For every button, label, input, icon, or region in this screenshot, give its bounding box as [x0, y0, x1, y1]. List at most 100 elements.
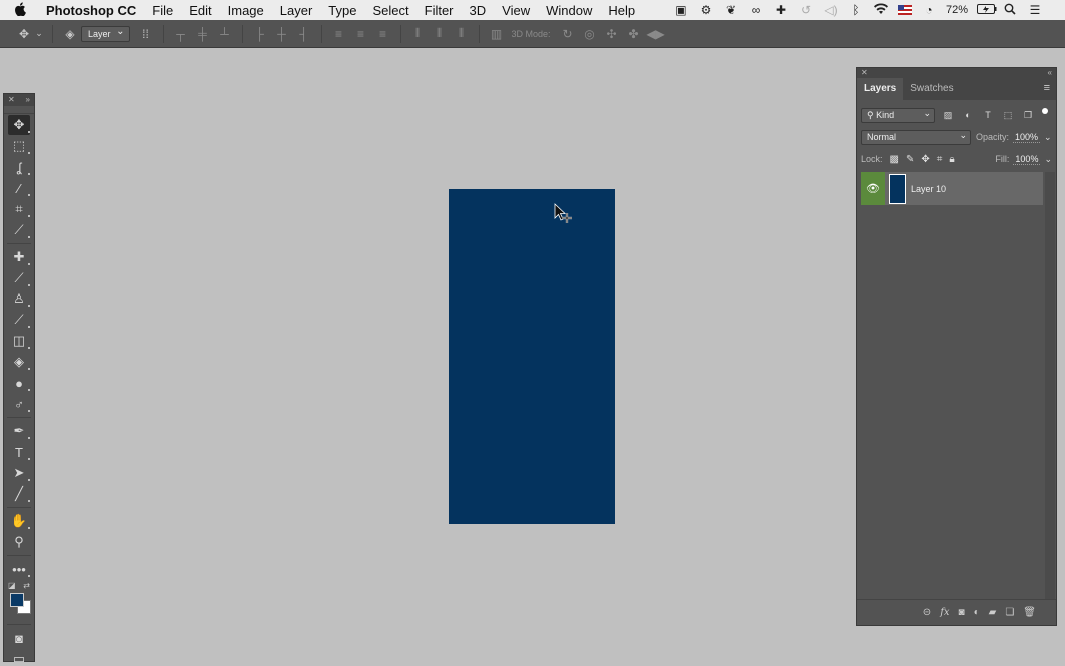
- delete-layer-icon[interactable]: 🗑︎: [1023, 607, 1036, 618]
- lock-position-icon[interactable]: ✥: [921, 154, 929, 165]
- path-selection-tool[interactable]: ➤: [8, 463, 30, 483]
- filter-toggle[interactable]: [1041, 108, 1049, 122]
- line-tool[interactable]: ╱: [8, 484, 30, 504]
- magic-wand-tool[interactable]: ⁄: [8, 178, 30, 198]
- show-transform-controls-icon[interactable]: ⁞⁞: [138, 26, 154, 42]
- history-icon[interactable]: ↺: [798, 3, 814, 17]
- chevron-down-icon[interactable]: ⌄: [1044, 132, 1052, 143]
- menu-filter[interactable]: Filter: [417, 3, 462, 18]
- 3d-orbit-icon[interactable]: ↻: [560, 26, 576, 42]
- align-horizontal-center-icon[interactable]: ┼: [274, 26, 290, 42]
- lasso-tool[interactable]: ʆ: [8, 157, 30, 177]
- clock-icon[interactable]: ◔: [921, 3, 937, 17]
- filter-adjustment-icon[interactable]: ◐: [961, 108, 975, 122]
- align-right-icon[interactable]: ┤: [296, 26, 312, 42]
- menu-edit[interactable]: Edit: [181, 3, 219, 18]
- notification-center-icon[interactable]: ☰: [1027, 3, 1043, 17]
- battery-icon[interactable]: [977, 3, 997, 17]
- default-colors-icon[interactable]: ◪: [8, 581, 16, 590]
- chevron-down-icon[interactable]: ⌄: [1044, 154, 1052, 165]
- chevron-down-icon[interactable]: ⌄: [35, 26, 43, 42]
- pen-tool[interactable]: ✒: [8, 421, 30, 441]
- foreground-color-swatch[interactable]: [10, 593, 24, 607]
- app-menu[interactable]: Photoshop CC: [38, 3, 144, 18]
- filter-shape-icon[interactable]: ⬚: [1001, 108, 1015, 122]
- menu-select[interactable]: Select: [364, 3, 416, 18]
- edit-toolbar-icon[interactable]: •••: [8, 559, 30, 579]
- lock-artboard-icon[interactable]: ⌗: [937, 154, 943, 165]
- collapse-icon[interactable]: «: [1048, 68, 1052, 78]
- hand-tool[interactable]: ✋: [8, 511, 30, 531]
- move-tool-preset-icon[interactable]: ✥: [16, 26, 32, 42]
- panel-grip[interactable]: [4, 106, 34, 114]
- eraser-tool[interactable]: ◫: [8, 331, 30, 351]
- close-icon[interactable]: ✕: [861, 68, 868, 78]
- eyedropper-tool[interactable]: ⟋: [8, 220, 30, 240]
- time-machine-icon[interactable]: ⚙: [698, 3, 714, 17]
- filter-pixel-icon[interactable]: ▨: [941, 108, 955, 122]
- 3d-slide-icon[interactable]: ✤: [626, 26, 642, 42]
- new-group-icon[interactable]: ▰: [989, 607, 997, 618]
- panel-menu-icon[interactable]: ≡: [1044, 82, 1050, 94]
- creative-cloud-icon[interactable]: ∞: [748, 3, 764, 17]
- tab-layers[interactable]: Layers: [857, 78, 904, 100]
- close-icon[interactable]: ✕: [8, 94, 15, 106]
- distribute-horizontal-center-icon[interactable]: ⦀: [432, 26, 448, 42]
- align-vertical-center-icon[interactable]: ╪: [195, 26, 211, 42]
- crop-tool[interactable]: ⌗: [8, 199, 30, 219]
- link-layers-icon[interactable]: ⊝: [923, 607, 931, 618]
- apple-menu-icon[interactable]: [14, 1, 34, 19]
- screen-record-icon[interactable]: ▣: [673, 3, 689, 17]
- healing-brush-tool[interactable]: ✚: [8, 247, 30, 267]
- align-left-icon[interactable]: ├: [252, 26, 268, 42]
- visibility-eye-icon[interactable]: 👁︎: [861, 172, 885, 205]
- add-mask-icon[interactable]: ◙: [959, 607, 965, 618]
- menu-type[interactable]: Type: [320, 3, 364, 18]
- distribute-right-icon[interactable]: ⦀: [454, 26, 470, 42]
- filter-kind-dropdown[interactable]: ⚲ Kind: [861, 107, 935, 123]
- 3d-pan-icon[interactable]: ✣: [604, 26, 620, 42]
- filter-smart-object-icon[interactable]: ❐: [1021, 108, 1035, 122]
- menu-view[interactable]: View: [494, 3, 538, 18]
- distribute-top-icon[interactable]: ≡: [331, 26, 347, 42]
- distribute-vertical-center-icon[interactable]: ≡: [353, 26, 369, 42]
- document-canvas[interactable]: [449, 189, 615, 524]
- paint-bucket-tool[interactable]: ◈: [8, 352, 30, 372]
- menu-help[interactable]: Help: [600, 3, 643, 18]
- auto-select-icon[interactable]: ◈: [62, 26, 78, 42]
- menu-3d[interactable]: 3D: [462, 3, 495, 18]
- layer-name[interactable]: Layer 10: [911, 184, 946, 194]
- tab-swatches[interactable]: Swatches: [903, 78, 960, 100]
- clone-stamp-tool[interactable]: ♙: [8, 289, 30, 309]
- evernote-icon[interactable]: ❦: [723, 3, 739, 17]
- brush-tool[interactable]: ⟋: [8, 268, 30, 288]
- opacity-field[interactable]: 100%: [1013, 132, 1041, 143]
- history-brush-tool[interactable]: ⟋: [8, 310, 30, 330]
- move-tool[interactable]: ✥: [8, 115, 30, 135]
- lock-all-icon[interactable]: 🔒︎: [949, 154, 954, 165]
- blend-mode-dropdown[interactable]: Normal: [861, 129, 971, 145]
- align-bottom-icon[interactable]: ┴: [217, 26, 233, 42]
- type-tool[interactable]: T: [8, 442, 30, 462]
- distribute-left-icon[interactable]: ⦀: [410, 26, 426, 42]
- filter-type-icon[interactable]: T: [981, 108, 995, 122]
- blur-tool[interactable]: ●: [8, 373, 30, 393]
- distribute-bottom-icon[interactable]: ≡: [375, 26, 391, 42]
- auto-select-target-dropdown[interactable]: Layer: [81, 25, 130, 42]
- align-top-icon[interactable]: ┬: [173, 26, 189, 42]
- zoom-tool[interactable]: ⚲: [8, 532, 30, 552]
- plus-icon[interactable]: ✚: [773, 3, 789, 17]
- new-layer-icon[interactable]: ❏: [1005, 607, 1014, 618]
- layers-scrollbar[interactable]: [1045, 172, 1055, 600]
- adjustment-layer-icon[interactable]: ◐: [974, 607, 980, 618]
- bluetooth-icon[interactable]: ᛒ: [848, 3, 864, 17]
- canvas-area[interactable]: [37, 49, 852, 665]
- spotlight-icon[interactable]: [1002, 3, 1018, 17]
- layer-style-icon[interactable]: fx: [940, 607, 949, 618]
- lock-image-pixels-icon[interactable]: ✎: [906, 154, 914, 165]
- layer-row[interactable]: 👁︎ Layer 10: [861, 172, 1043, 205]
- quick-mask-icon[interactable]: ◙: [8, 628, 30, 648]
- fill-field[interactable]: 100%: [1013, 154, 1041, 165]
- wifi-icon[interactable]: [873, 3, 889, 17]
- swap-colors-icon[interactable]: ⇄: [23, 581, 30, 590]
